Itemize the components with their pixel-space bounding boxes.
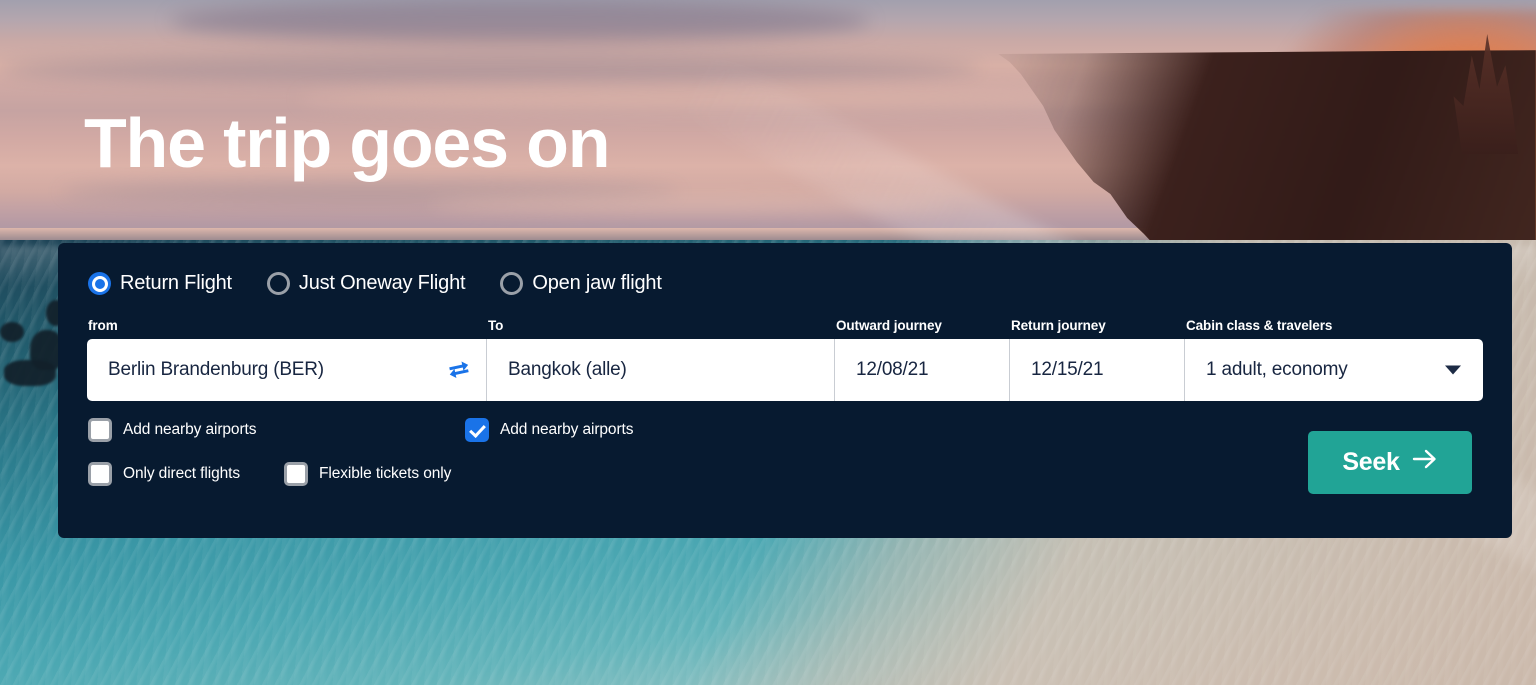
checkbox-flexible-tickets-only[interactable]: Flexible tickets only <box>284 462 451 486</box>
label-cabin: Cabin class & travelers <box>1186 318 1333 333</box>
origin-value: Berlin Brandenburg (BER) <box>108 359 324 380</box>
trip-type-label: Just Oneway Flight <box>298 272 466 294</box>
field-labels-row: from To Outward journey Return journey C… <box>88 318 1482 336</box>
arrow-right-icon <box>1412 448 1438 477</box>
hero-section: The trip goes on Return Flight Just Onew… <box>0 0 1536 685</box>
radio-unselected-icon[interactable] <box>500 272 524 295</box>
trip-type-return-flight[interactable]: Return Flight <box>88 272 232 295</box>
origin-field[interactable]: Berlin Brandenburg (BER) <box>87 339 487 401</box>
flight-search-panel: Return Flight Just Oneway Flight Open ja… <box>58 243 1512 538</box>
return-date-field[interactable]: 12/15/21 <box>1010 339 1185 401</box>
destination-field[interactable]: Bangkok (alle) <box>487 339 835 401</box>
checkbox-label: Flexible tickets only <box>319 465 452 482</box>
cloud-shape <box>0 54 980 84</box>
radio-unselected-icon[interactable] <box>266 272 290 295</box>
destination-value: Bangkok (alle) <box>508 359 627 380</box>
checkbox-origin-nearby-airports[interactable]: Add nearby airports <box>88 418 256 442</box>
cloud-shape <box>170 0 870 42</box>
checkbox-unchecked-icon[interactable] <box>88 462 112 486</box>
radio-selected-icon[interactable] <box>88 272 111 295</box>
trip-type-label: Open jaw flight <box>532 272 662 294</box>
checkbox-destination-nearby-airports[interactable]: Add nearby airports <box>465 418 633 442</box>
trip-type-oneway-flight[interactable]: Just Oneway Flight <box>266 272 466 295</box>
search-inputs-bar: Berlin Brandenburg (BER) Bangkok (alle) … <box>87 339 1483 401</box>
label-outward: Outward journey <box>836 318 942 333</box>
checkbox-checked-icon[interactable] <box>465 418 489 442</box>
trip-type-label: Return Flight <box>120 272 232 294</box>
swap-arrows-icon[interactable] <box>446 357 472 383</box>
label-from: from <box>88 318 118 333</box>
hero-headline: The trip goes on <box>84 104 610 182</box>
chevron-down-icon[interactable] <box>1445 365 1461 375</box>
checkbox-label: Only direct flights <box>123 465 240 482</box>
cabin-class-value: 1 adult, economy <box>1206 359 1348 380</box>
outward-date-field[interactable]: 12/08/21 <box>835 339 1010 401</box>
checkbox-label: Add nearby airports <box>123 421 257 438</box>
trip-type-open-jaw-flight[interactable]: Open jaw flight <box>500 272 662 295</box>
outward-date-value: 12/08/21 <box>856 359 929 380</box>
checkbox-unchecked-icon[interactable] <box>88 418 112 442</box>
person-silhouette <box>4 360 56 386</box>
checkbox-unchecked-icon[interactable] <box>284 462 308 486</box>
trip-type-radio-group: Return Flight Just Oneway Flight Open ja… <box>88 272 662 295</box>
checkbox-only-direct-flights[interactable]: Only direct flights <box>88 462 240 486</box>
checkbox-label: Add nearby airports <box>500 421 634 438</box>
label-to: To <box>488 318 504 333</box>
cabin-class-field[interactable]: 1 adult, economy <box>1185 339 1483 401</box>
return-date-value: 12/15/21 <box>1031 359 1104 380</box>
person-silhouette <box>0 322 24 342</box>
seek-button[interactable]: Seek <box>1308 431 1472 494</box>
seek-button-label: Seek <box>1342 448 1400 476</box>
label-return: Return journey <box>1011 318 1106 333</box>
